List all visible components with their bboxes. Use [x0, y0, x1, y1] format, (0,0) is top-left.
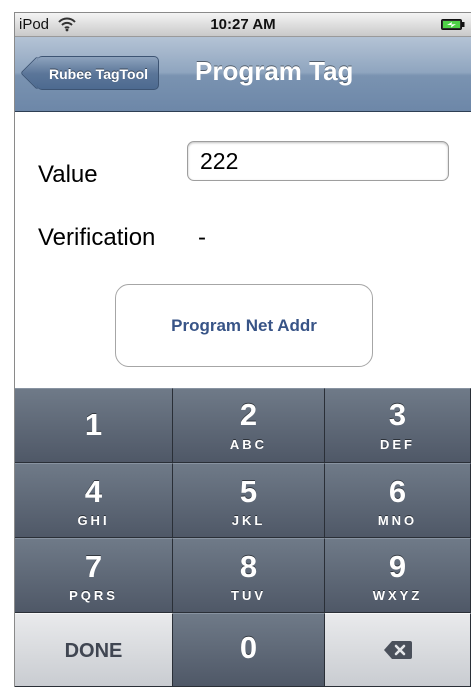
- delete-key[interactable]: [325, 613, 471, 687]
- key-4[interactable]: 4 GHI: [15, 463, 173, 538]
- key-letters: PQRS: [69, 588, 118, 603]
- key-digit: 4: [84, 474, 103, 509]
- key-8[interactable]: 8 TUV: [173, 538, 325, 613]
- battery-charging-icon: [441, 19, 465, 30]
- key-7[interactable]: 7 PQRS: [15, 538, 173, 613]
- key-letters: GHI: [77, 513, 110, 528]
- key-digit: 0: [239, 630, 258, 665]
- backspace-icon: [383, 641, 412, 659]
- key-letters: TUV: [231, 588, 266, 603]
- key-9[interactable]: 9 WXYZ: [325, 538, 471, 613]
- back-button[interactable]: Rubee TagTool: [37, 56, 160, 90]
- key-letters: MNO: [377, 513, 418, 528]
- status-bar: iPod 10:27 AM: [15, 13, 471, 37]
- key-2[interactable]: 2 ABC: [173, 388, 325, 463]
- verification-value: -: [198, 224, 206, 251]
- key-letters: JKL: [231, 513, 266, 528]
- value-label: Value: [38, 161, 98, 188]
- key-digit: 8: [239, 549, 258, 584]
- navigation-bar: Rubee TagTool Program Tag: [15, 37, 471, 112]
- key-5[interactable]: 5 JKL: [173, 463, 325, 538]
- key-digit: 9: [388, 549, 407, 584]
- key-6[interactable]: 6 MNO: [325, 463, 471, 538]
- key-letters: ABC: [229, 437, 268, 452]
- key-digit: 2: [239, 397, 258, 432]
- key-digit: 6: [388, 474, 407, 509]
- screen: iPod 10:27 AM Rubee TagTool Program Tag …: [0, 0, 474, 692]
- key-digit: 1: [84, 407, 103, 442]
- done-key-label: DONE: [64, 640, 123, 662]
- status-time: 10:27 AM: [210, 16, 276, 33]
- key-3[interactable]: 3 DEF: [325, 388, 471, 463]
- key-digit: 7: [84, 549, 103, 584]
- nav-title: Program Tag: [195, 56, 354, 86]
- verification-label: Verification: [38, 224, 156, 251]
- key-digit: 5: [239, 474, 258, 509]
- key-0[interactable]: 0: [173, 613, 325, 687]
- program-net-addr-button[interactable]: Program Net Addr: [115, 284, 373, 367]
- device-frame: iPod 10:27 AM Rubee TagTool Program Tag …: [14, 12, 471, 687]
- key-letters: WXYZ: [372, 588, 423, 603]
- value-input[interactable]: [187, 141, 449, 181]
- key-1[interactable]: 1: [15, 388, 173, 463]
- done-key[interactable]: DONE: [15, 613, 173, 687]
- numeric-keypad: 1 2 ABC 3 DEF 4 GHI 5 JKL 6 MNO 7 PQRS 8…: [15, 388, 471, 687]
- key-digit: 3: [388, 397, 407, 432]
- key-letters: DEF: [380, 437, 415, 452]
